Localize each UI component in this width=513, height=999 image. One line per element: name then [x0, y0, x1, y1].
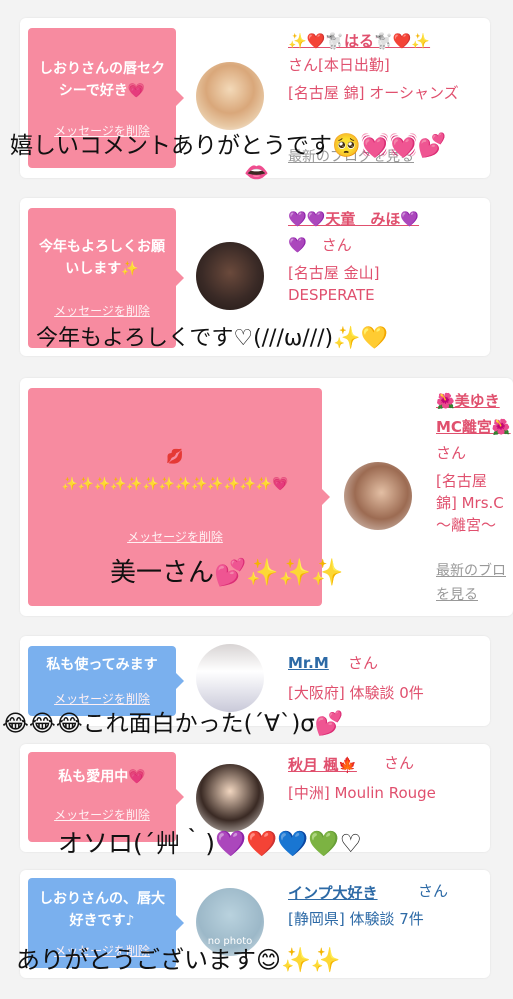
user-shop: [名古屋 錦] オーシャンズ — [288, 84, 459, 102]
user-name-line2: 💜 さん — [288, 236, 352, 254]
delete-message-link[interactable]: メッセージを削除 — [28, 804, 176, 826]
avatar[interactable] — [196, 644, 264, 712]
overlay-text-6: ありがとうございます😊✨✨ — [16, 946, 341, 974]
message-text: ✨✨✨✨✨✨✨✨✨✨✨✨✨💗 — [61, 477, 289, 492]
latest-blog-link[interactable]: 最新のブロ — [436, 560, 506, 582]
user-name[interactable]: 💜💜天童 みほ💜 — [288, 208, 419, 229]
message-text: 私も使ってみます — [46, 657, 158, 673]
message-text: しおりさんの唇セクシーで好き💗 — [39, 61, 165, 99]
overlay-text-4: 😂😂😂これ面白かった(´∀`)σ💕 — [2, 711, 344, 737]
overlay-text-5: オソロ(´艸｀)💜❤️💙💚♡ — [58, 829, 362, 858]
delete-message-link[interactable]: メッセージを削除 — [28, 526, 322, 548]
overlay-text-2: 今年もよろしくです♡(///ω///)✨💛 — [36, 326, 388, 351]
user-info: [静岡県] 体験談 7件 — [288, 910, 424, 928]
overlay-text-3: 美一さん💕✨✨✨ — [110, 558, 344, 588]
user-suffix: さん — [418, 882, 449, 900]
message-text: しおりさんの、唇大好きです♪ — [39, 891, 165, 929]
avatar[interactable] — [196, 242, 264, 310]
user-shop: [名古屋 錦] Mrs.C 〜離宮〜 — [436, 472, 504, 534]
message-text: 私も愛用中💗 — [58, 769, 146, 785]
overlay-text-1: 嬉しいコメントありがとうです🥺💓💓💕 — [10, 133, 447, 159]
user-name-line2[interactable]: MC離宮🌺 — [436, 416, 511, 437]
user-shop: [中洲] Moulin Rouge — [288, 784, 436, 802]
user-name[interactable]: ✨❤️🐩はる🐩❤️✨ — [288, 30, 430, 51]
message-emoji: 💋 — [166, 449, 184, 465]
user-name[interactable]: Mr.M — [288, 654, 329, 672]
user-name[interactable]: インプ大好き — [288, 882, 378, 903]
user-suffix: さん — [384, 754, 415, 772]
user-name[interactable]: 🌺美ゆき — [436, 390, 500, 411]
overlay-lips: 👄 — [244, 160, 269, 184]
user-suffix: さん — [436, 444, 467, 462]
user-suffix: さん — [348, 654, 379, 672]
avatar[interactable] — [196, 62, 264, 130]
user-suffix: さん[本日出勤] — [288, 56, 390, 74]
user-name[interactable]: 秋月 楓🍁 — [288, 754, 357, 775]
delete-message-link[interactable]: メッセージを削除 — [28, 300, 176, 322]
latest-blog-link-line2[interactable]: を見る — [436, 584, 478, 606]
message-text: 今年もよろしくお願いします✨ — [39, 239, 165, 277]
avatar[interactable] — [344, 462, 412, 530]
user-shop: [名古屋 金山] DESPERATE — [288, 264, 380, 304]
user-info: [大阪府] 体験談 0件 — [288, 684, 424, 702]
avatar[interactable] — [196, 764, 264, 832]
